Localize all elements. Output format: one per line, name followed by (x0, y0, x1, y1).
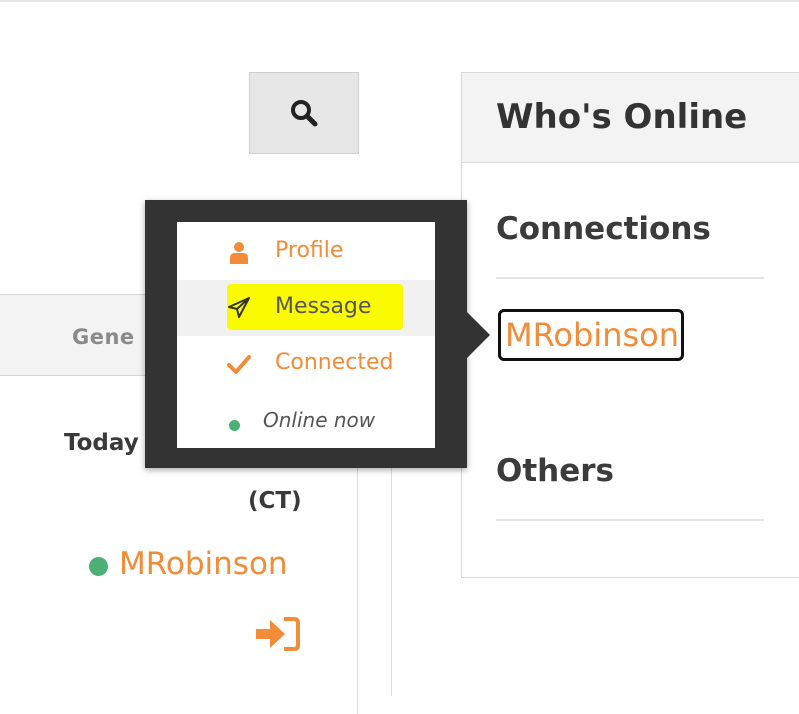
check-icon (227, 355, 251, 374)
menu-item-label: Profile (275, 238, 344, 263)
top-divider (0, 0, 799, 2)
connections-heading: Connections (496, 211, 711, 247)
panel-header-label: Gene (72, 325, 135, 349)
connections-divider (496, 277, 764, 279)
user-icon (230, 242, 248, 264)
menu-item-label: Message (275, 294, 372, 319)
menu-item-message[interactable]: Message (177, 280, 435, 336)
connection-user-link[interactable]: MRobinson (498, 309, 684, 361)
today-label: Today (64, 430, 139, 456)
search-button[interactable] (249, 72, 359, 154)
whos-online-header: Who's Online (462, 73, 799, 163)
online-status-dot (89, 557, 108, 576)
connection-user-label: MRobinson (505, 316, 679, 354)
whos-online-title: Who's Online (496, 97, 748, 137)
whos-online-panel: Who's Online Connections MRobinson Other… (461, 72, 799, 578)
online-status-text: Online now (263, 408, 376, 432)
menu-item-profile[interactable]: Profile (177, 224, 435, 280)
user-link[interactable]: MRobinson (119, 546, 288, 582)
popover-menu: Profile Message Connected Online now (177, 222, 435, 448)
timezone-label: (CT) (248, 488, 302, 514)
user-popover: Profile Message Connected Online now (145, 200, 467, 468)
paper-plane-icon (228, 297, 250, 318)
others-divider (496, 519, 764, 521)
search-icon (291, 100, 318, 127)
menu-item-connected[interactable]: Connected (177, 336, 435, 392)
online-status-dot (229, 420, 240, 431)
sign-in-icon[interactable] (254, 616, 300, 652)
menu-item-label: Connected (275, 350, 394, 375)
others-heading: Others (496, 453, 615, 489)
popover-arrow (466, 311, 490, 359)
